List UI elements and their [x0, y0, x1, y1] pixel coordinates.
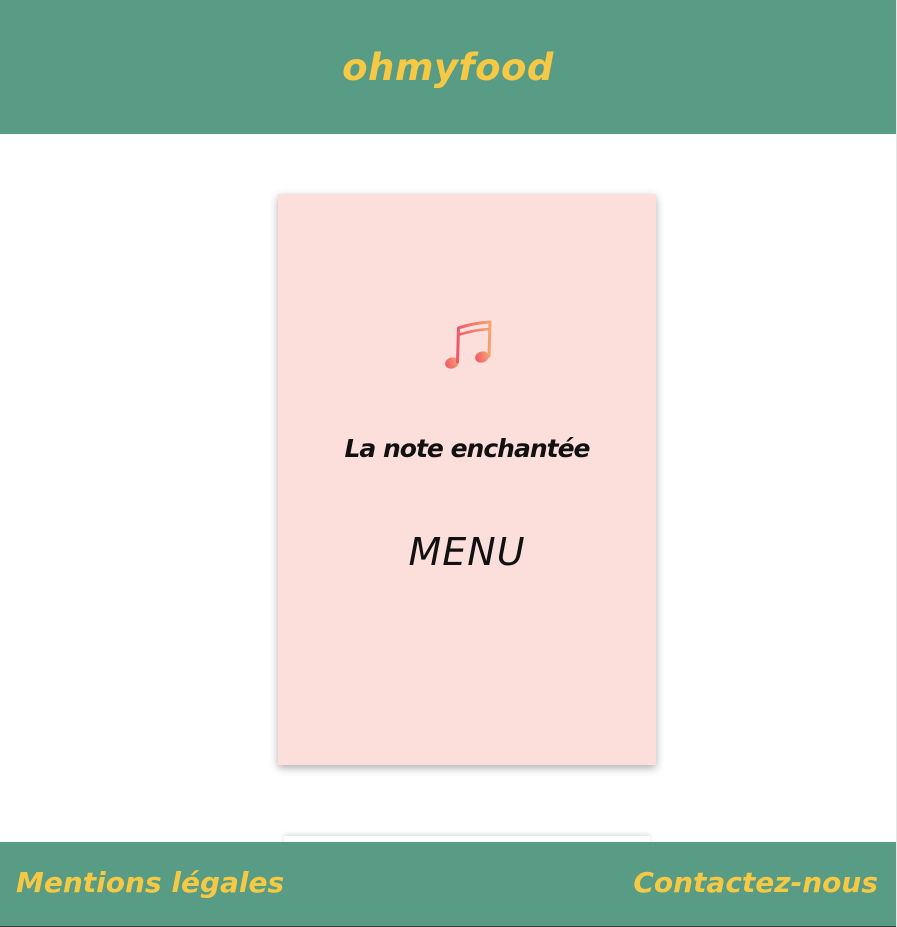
site-header: ohmyfood [0, 0, 896, 134]
music-note-icon [445, 320, 492, 369]
menu-link[interactable]: MENU [278, 530, 656, 574]
contact-link[interactable]: Contactez-nous [633, 866, 878, 899]
legal-notice-link[interactable]: Mentions légales [16, 866, 284, 899]
restaurant-name: La note enchantée [344, 434, 591, 463]
site-footer: Mentions légales Contactez-nous [0, 842, 896, 927]
menu-card[interactable]: La note enchantée MENU [278, 194, 656, 765]
page: ohmyfood La note enchantée MENU Mentions… [0, 0, 897, 927]
logo[interactable]: ohmyfood [342, 46, 554, 89]
